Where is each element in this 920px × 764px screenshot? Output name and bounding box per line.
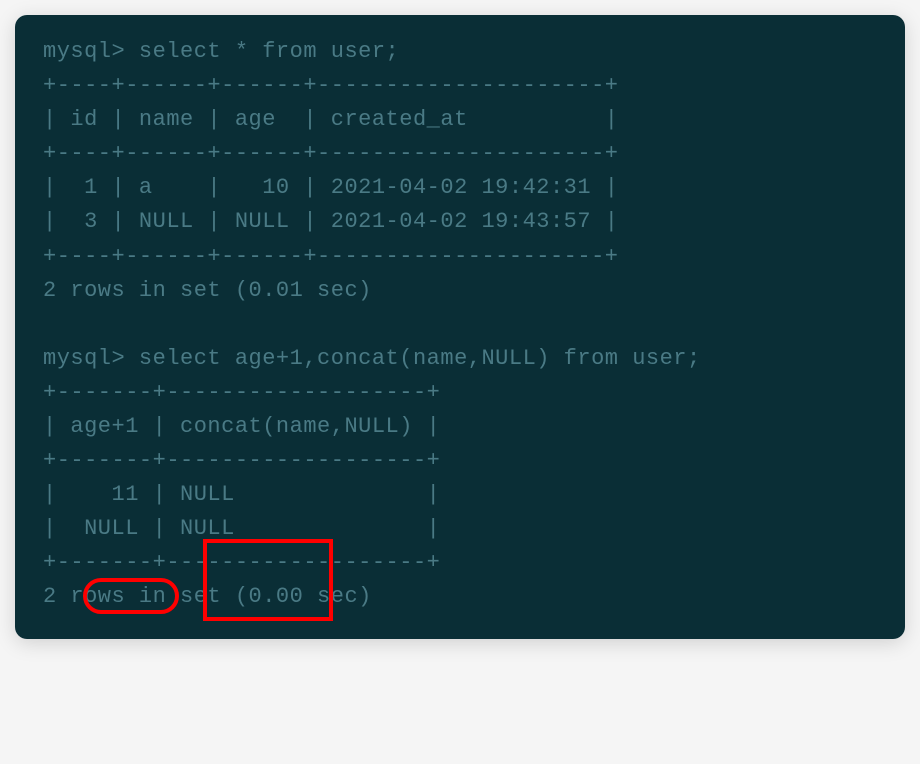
blank-line: [43, 308, 877, 342]
table-row: | NULL | NULL |: [43, 512, 877, 546]
table-header: | age+1 | concat(name,NULL) |: [43, 410, 877, 444]
table-border: +-------+-------------------+: [43, 546, 877, 580]
table-row: | 11 | NULL |: [43, 478, 877, 512]
query-line-1: mysql> select * from user;: [43, 35, 877, 69]
query-line-2: mysql> select age+1,concat(name,NULL) fr…: [43, 342, 877, 376]
table-border: +----+------+------+--------------------…: [43, 69, 877, 103]
table-border: +-------+-------------------+: [43, 376, 877, 410]
table-border: +-------+-------------------+: [43, 444, 877, 478]
terminal-window: mysql> select * from user; +----+------+…: [15, 15, 905, 639]
result-footer: 2 rows in set (0.00 sec): [43, 580, 877, 614]
result-footer: 2 rows in set (0.01 sec): [43, 274, 877, 308]
table-header: | id | name | age | created_at |: [43, 103, 877, 137]
table-row: | 3 | NULL | NULL | 2021-04-02 19:43:57 …: [43, 205, 877, 239]
table-border: +----+------+------+--------------------…: [43, 240, 877, 274]
table-border: +----+------+------+--------------------…: [43, 137, 877, 171]
table-row: | 1 | a | 10 | 2021-04-02 19:42:31 |: [43, 171, 877, 205]
